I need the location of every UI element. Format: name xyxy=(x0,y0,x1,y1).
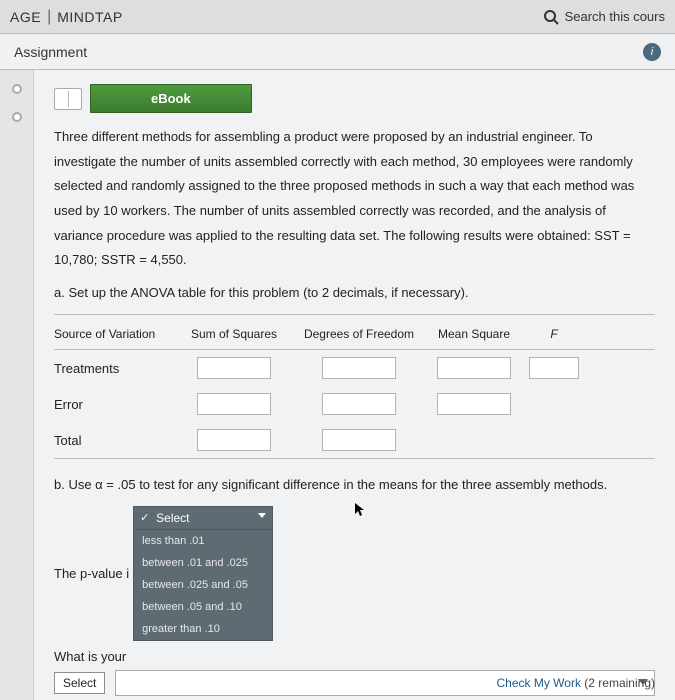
top-bar: AGE | MINDTAP Search this cours xyxy=(0,0,675,34)
chevron-down-icon xyxy=(258,513,266,518)
input-error-ms[interactable] xyxy=(437,393,511,415)
left-rail xyxy=(0,70,34,700)
label-treatments: Treatments xyxy=(54,361,174,376)
book-icon xyxy=(54,88,82,110)
brand-divider: | xyxy=(47,8,51,26)
check-icon: ✓ xyxy=(140,511,149,524)
pvalue-selected[interactable]: ✓ Select xyxy=(133,506,273,530)
input-error-df[interactable] xyxy=(322,393,396,415)
pvalue-menu: less than .01 between .01 and .025 betwe… xyxy=(133,530,273,641)
search-area[interactable]: Search this cours xyxy=(543,9,665,25)
label-error: Error xyxy=(54,397,174,412)
pvalue-option-4[interactable]: between .05 and .10 xyxy=(134,596,272,618)
input-total-df[interactable] xyxy=(322,429,396,451)
pvalue-dropdown[interactable]: ✓ Select less than .01 between .01 and .… xyxy=(133,506,273,641)
part-b-text: b. Use α = .05 to test for any significa… xyxy=(54,477,655,492)
part-a-text: a. Set up the ANOVA table for this probl… xyxy=(54,285,655,300)
input-total-ss[interactable] xyxy=(197,429,271,451)
input-treatments-ss[interactable] xyxy=(197,357,271,379)
label-total: Total xyxy=(54,433,174,448)
pvalue-row: The p-value i ✓ Select less than .01 bet… xyxy=(54,506,655,641)
row-error: Error xyxy=(54,386,655,422)
footer: Check My Work (2 remaining) xyxy=(496,676,655,690)
anova-table: Source of Variation Sum of Squares Degre… xyxy=(54,314,655,459)
brand-cengage: AGE xyxy=(10,9,41,25)
pvalue-selected-text: Select xyxy=(156,511,189,525)
ebook-row: eBook xyxy=(54,84,655,113)
col-ss: Sum of Squares xyxy=(174,327,294,341)
conclusion-row: What is your xyxy=(54,649,655,664)
pvalue-option-1[interactable]: less than .01 xyxy=(134,530,272,552)
row-total: Total xyxy=(54,422,655,458)
page-title: Assignment xyxy=(14,44,87,60)
question-text: Three different methods for assembling a… xyxy=(54,125,655,273)
check-my-work-link[interactable]: Check My Work xyxy=(496,676,580,690)
conclusion-select-small[interactable]: Select xyxy=(54,672,105,694)
row-treatments: Treatments xyxy=(54,350,655,386)
cursor-icon xyxy=(354,502,366,518)
col-source: Source of Variation xyxy=(54,327,174,341)
rail-step-1[interactable] xyxy=(12,84,22,94)
search-placeholder: Search this cours xyxy=(565,9,665,24)
ebook-button[interactable]: eBook xyxy=(90,84,252,113)
col-df: Degrees of Freedom xyxy=(294,327,424,341)
sub-header: Assignment i xyxy=(0,34,675,70)
input-error-ss[interactable] xyxy=(197,393,271,415)
conclusion-label: What is your xyxy=(54,649,126,664)
input-treatments-df[interactable] xyxy=(322,357,396,379)
pvalue-option-2[interactable]: between .01 and .025 xyxy=(134,552,272,574)
col-ms: Mean Square xyxy=(424,327,524,341)
anova-header-row: Source of Variation Sum of Squares Degre… xyxy=(54,323,655,350)
remaining-count: (2 remaining) xyxy=(584,676,655,690)
main-area: eBook Three different methods for assemb… xyxy=(0,70,675,700)
col-f: F xyxy=(524,327,584,341)
info-icon[interactable]: i xyxy=(643,43,661,61)
content-panel: eBook Three different methods for assemb… xyxy=(34,70,675,700)
input-treatments-ms[interactable] xyxy=(437,357,511,379)
input-treatments-f[interactable] xyxy=(529,357,579,379)
brand-mindtap: MINDTAP xyxy=(57,9,122,25)
pvalue-option-5[interactable]: greater than .10 xyxy=(134,618,272,640)
search-icon xyxy=(543,9,559,25)
rail-step-2[interactable] xyxy=(12,112,22,122)
pvalue-label: The p-value i xyxy=(54,566,129,581)
pvalue-option-3[interactable]: between .025 and .05 xyxy=(134,574,272,596)
